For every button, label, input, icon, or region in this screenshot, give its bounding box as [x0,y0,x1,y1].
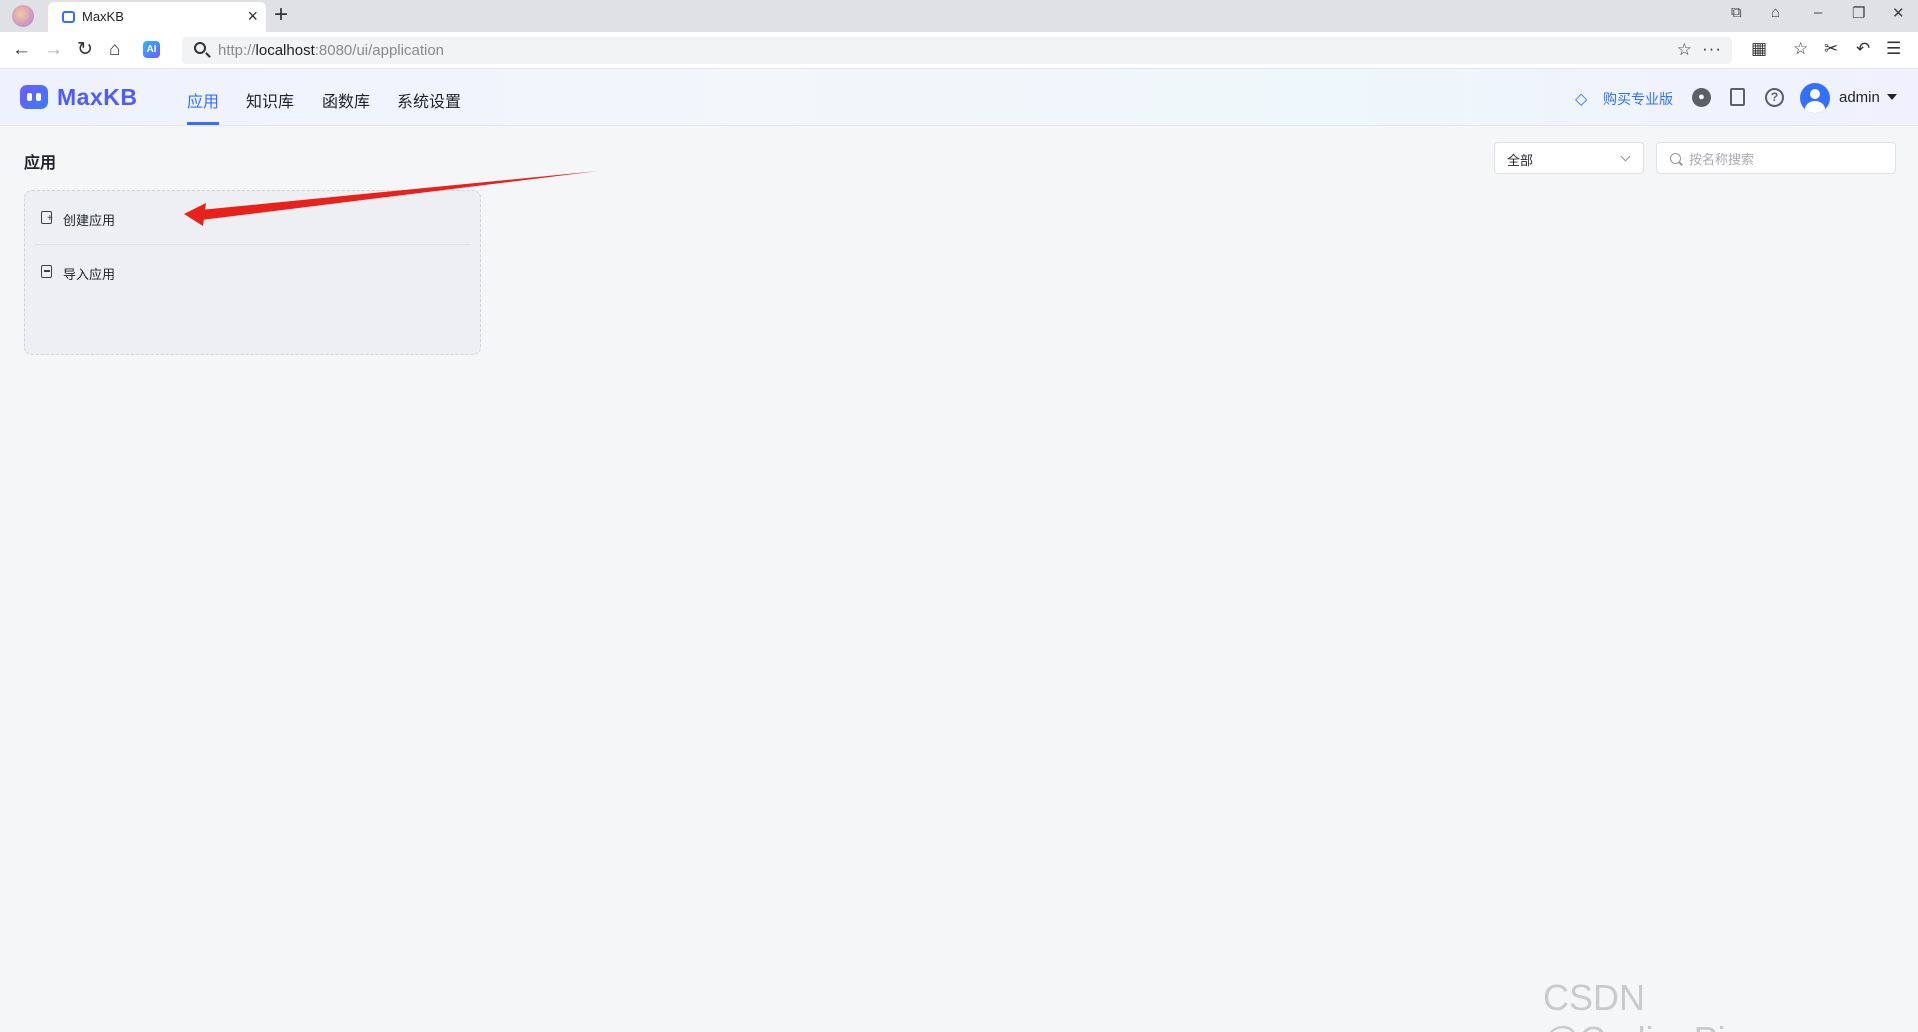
chevron-down-icon[interactable] [1887,94,1897,100]
minimize-icon[interactable]: – [1814,4,1822,21]
github-icon[interactable]: ● [1692,88,1711,107]
active-nav-indicator [187,122,219,125]
restore-icon[interactable]: ❐ [1852,4,1865,22]
search-icon [1670,153,1681,164]
favorites-icon[interactable]: ☆ [1793,39,1808,59]
nav-item-functions[interactable]: 函数库 [322,88,370,112]
reload-icon[interactable]: ↻ [77,39,93,61]
browser-tab[interactable]: MaxKB × [48,2,266,32]
type-filter-select[interactable]: 全部 [1494,142,1644,174]
maxkb-favicon-icon [62,11,75,23]
back-icon[interactable]: ← [12,39,31,61]
close-icon[interactable]: × [247,6,258,26]
create-app-label: 创建应用 [63,213,116,228]
window-close-icon[interactable]: ✕ [1892,4,1905,22]
ai-extension-icon[interactable]: AI [143,41,160,58]
user-name[interactable]: admin [1839,89,1880,106]
search-input[interactable] [1689,149,1889,169]
forward-icon[interactable]: → [44,39,63,61]
document-add-icon [41,211,53,224]
browser-address-bar: ← → ↻ ⌂ AI http://localhost:8080/ui/appl… [0,32,1918,69]
buy-pro-link[interactable]: 购买专业版 [1603,89,1673,109]
search-box[interactable] [1656,142,1896,174]
page-title: 应用 [24,155,57,172]
url-text: http://localhost:8080/ui/application [218,42,444,59]
search-icon [194,42,206,54]
more-icon[interactable]: ··· [1702,39,1722,59]
new-tab-icon[interactable]: + [274,2,288,28]
home-icon[interactable]: ⌂ [109,39,120,61]
import-app-label: 导入应用 [63,267,116,282]
browser-tab-bar: MaxKB × + ⧉ ⌂ – ❐ ✕ [0,0,1918,32]
create-app-button[interactable]: 创建应用 [41,205,461,233]
nav-item-application[interactable]: 应用 [187,88,219,112]
filter-selected-value: 全部 [1507,153,1534,168]
undo-icon[interactable]: ↶ [1856,39,1870,59]
chevron-down-icon [1620,151,1631,162]
apps-grid-icon[interactable]: ▦ [1751,39,1767,59]
tab-title: MaxKB [82,9,124,24]
menu-icon[interactable]: ☰ [1886,39,1901,59]
tab-counter-icon[interactable]: ⧉ [1731,4,1742,21]
scissors-icon[interactable]: ✂ [1824,39,1838,59]
avatar[interactable] [1800,83,1830,113]
url-field[interactable]: http://localhost:8080/ui/application ☆ ·… [182,37,1732,64]
logo-text: MaxKB [57,84,138,110]
nav-item-knowledge[interactable]: 知识库 [246,88,294,112]
browser-profile-avatar[interactable] [12,5,34,27]
create-app-card: 创建应用 导入应用 [24,190,481,355]
help-icon[interactable]: ? [1765,88,1784,107]
manual-book-icon[interactable] [1730,88,1745,106]
watermark: CSDN @CodingPioneer [1543,977,1818,1032]
diamond-icon[interactable]: ◇ [1575,89,1587,109]
app-header: MaxKB 应用 知识库 函数库 系统设置 ◇ 购买专业版 ● ? admin [0,69,1918,126]
nav-item-settings[interactable]: 系统设置 [397,88,461,112]
bookmark-star-icon[interactable]: ☆ [1677,40,1692,60]
import-app-button[interactable]: 导入应用 [41,259,461,287]
shirt-icon[interactable]: ⌂ [1771,4,1780,21]
import-icon [41,265,52,278]
divider [35,244,471,245]
maxkb-logo-icon [20,85,48,109]
